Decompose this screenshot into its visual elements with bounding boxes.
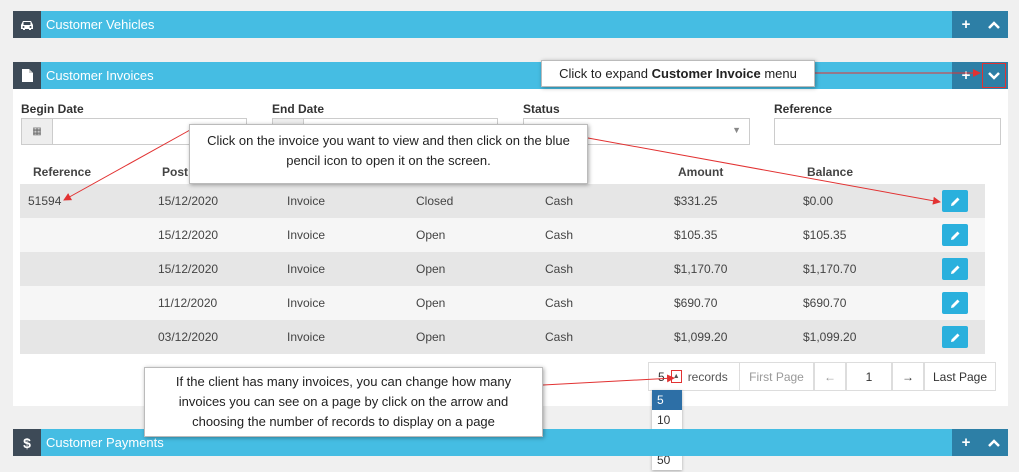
column-header-balance[interactable]: Balance [807, 165, 853, 179]
cell-method: Cash [545, 194, 574, 208]
pencil-icon [950, 265, 959, 274]
pencil-icon [950, 231, 959, 240]
records-callout: If the client has many invoices, you can… [144, 367, 543, 437]
cell-status: Open [416, 330, 446, 344]
chevron-down-icon: ▼ [732, 125, 741, 135]
cell-amount: $1,099.20 [674, 330, 728, 344]
cell-date: 11/12/2020 [158, 296, 218, 310]
page-size-option[interactable]: 10 [652, 410, 682, 430]
invoice-callout: Click on the invoice you want to view an… [189, 124, 588, 184]
plus-icon: + [961, 434, 971, 451]
next-page-button[interactable]: → [892, 362, 924, 391]
page-size-control: 5 ▲ records [648, 362, 739, 391]
car-icon [13, 11, 41, 38]
column-header-post[interactable]: Post [162, 165, 188, 179]
add-payment-button[interactable]: + [952, 429, 980, 456]
records-label: records [687, 369, 728, 384]
cell-amount: $105.35 [674, 228, 718, 242]
pencil-icon [950, 333, 959, 342]
pencil-icon [950, 299, 959, 308]
table-row[interactable]: 51594 15/12/2020 Invoice Closed Cash $33… [20, 184, 985, 218]
plus-icon: + [961, 16, 971, 33]
status-label: Status [523, 102, 560, 116]
collapse-vehicles-button[interactable] [980, 11, 1008, 38]
last-page-button[interactable]: Last Page [924, 362, 996, 391]
callout-text: menu [760, 66, 797, 81]
panel-title: Customer Vehicles [46, 17, 155, 32]
collapse-payments-button[interactable] [980, 429, 1008, 456]
cell-date: 15/12/2020 [158, 262, 219, 276]
cell-balance: $105.35 [803, 228, 847, 242]
page-size-option[interactable]: 5 [652, 390, 682, 410]
edit-invoice-button[interactable] [942, 190, 968, 212]
edit-invoice-button[interactable] [942, 258, 968, 280]
chevron-up-icon [988, 20, 1000, 29]
column-header-reference[interactable]: Reference [33, 165, 91, 179]
cell-method: Cash [545, 330, 574, 344]
cell-type: Invoice [287, 296, 326, 310]
first-page-button[interactable]: First Page [739, 362, 814, 391]
cell-method: Cash [545, 228, 574, 242]
add-invoice-button[interactable]: + [952, 62, 980, 89]
begin-date-label: Begin Date [21, 102, 84, 116]
cell-balance: $0.00 [803, 194, 834, 208]
customer-invoices-header[interactable]: Customer Invoices + [13, 62, 1008, 89]
cell-type: Invoice [287, 330, 326, 344]
cell-type: Invoice [287, 262, 326, 276]
page-number-input[interactable]: 1 [846, 362, 892, 391]
cell-date: 15/12/2020 [158, 194, 219, 208]
reference-label: Reference [774, 102, 833, 116]
cell-status: Closed [416, 194, 454, 208]
expand-callout: Click to expand Customer Invoice menu [541, 60, 815, 87]
edit-invoice-button[interactable] [942, 326, 968, 348]
prev-page-button[interactable]: ← [814, 362, 846, 391]
panel-title: Customer Invoices [46, 68, 154, 83]
table-row[interactable]: 03/12/2020 Invoice Open Cash $1,099.20 $… [20, 320, 985, 354]
end-date-label: End Date [272, 102, 325, 116]
cell-status: Open [416, 228, 446, 242]
column-header-amount[interactable]: Amount [678, 165, 723, 179]
edit-invoice-button[interactable] [942, 224, 968, 246]
calendar-icon[interactable]: ▦ [22, 119, 53, 144]
customer-vehicles-header[interactable]: Customer Vehicles + [13, 11, 1008, 38]
cell-balance: $1,099.20 [803, 330, 857, 344]
reference-input[interactable] [774, 118, 1001, 145]
cell-status: Open [416, 262, 446, 276]
cell-balance: $690.70 [803, 296, 847, 310]
cell-method: Cash [545, 296, 574, 310]
table-row[interactable]: 11/12/2020 Invoice Open Cash $690.70 $69… [20, 286, 985, 320]
cell-status: Open [416, 296, 446, 310]
table-row[interactable]: 15/12/2020 Invoice Open Cash $1,170.70 $… [20, 252, 985, 286]
cell-amount: $1,170.70 [674, 262, 728, 276]
pencil-icon [950, 197, 959, 206]
cell-date: 15/12/2020 [158, 228, 219, 242]
plus-icon: + [961, 67, 971, 84]
cell-date: 03/12/2020 [158, 330, 219, 344]
expand-highlight [982, 63, 1006, 88]
table-row[interactable]: 15/12/2020 Invoice Open Cash $105.35 $10… [20, 218, 985, 252]
document-icon [13, 62, 41, 89]
cell-balance: $1,170.70 [803, 262, 857, 276]
chevron-up-icon [988, 438, 1000, 447]
cell-method: Cash [545, 262, 574, 276]
edit-invoice-button[interactable] [942, 292, 968, 314]
add-vehicle-button[interactable]: + [952, 11, 980, 38]
cell-reference: 51594 [28, 194, 62, 208]
callout-bold-text: Customer Invoice [651, 66, 761, 81]
dollar-icon: $ [13, 429, 41, 456]
cell-amount: $690.70 [674, 296, 718, 310]
cell-type: Invoice [287, 228, 326, 242]
page-size-value: 5 [658, 369, 665, 384]
page-size-arrow-button[interactable]: ▲ [670, 370, 682, 383]
callout-text: Click to expand [559, 66, 652, 81]
cell-amount: $331.25 [674, 194, 718, 208]
cell-type: Invoice [287, 194, 326, 208]
